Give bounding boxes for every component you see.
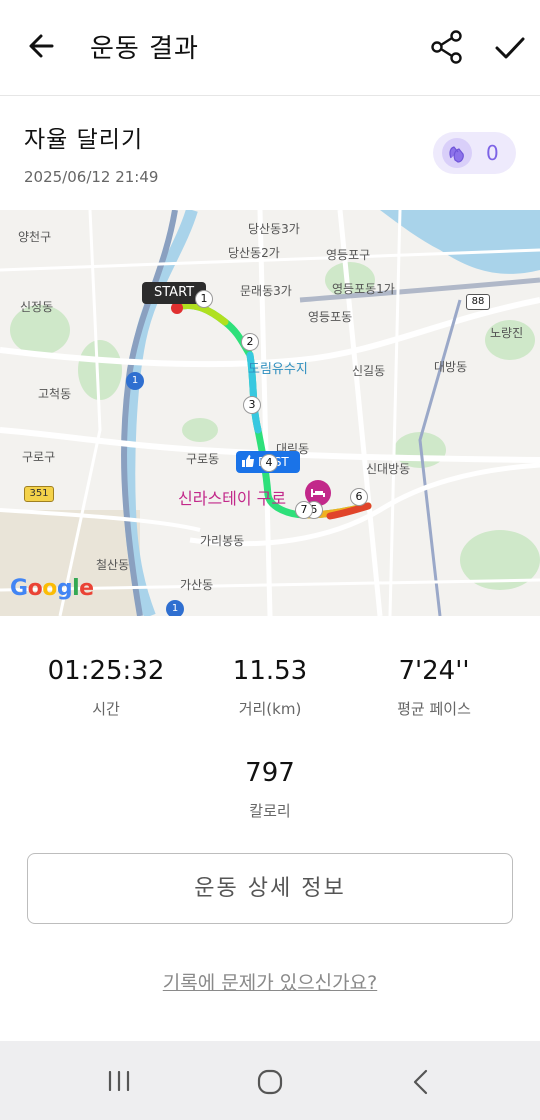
system-nav-bar	[0, 1041, 540, 1120]
route-shield-88: 88	[466, 294, 490, 310]
workout-detail-button[interactable]: 운동 상세 정보	[27, 853, 513, 924]
recent-apps-icon[interactable]	[106, 1071, 132, 1091]
stats-panel: 01:25:32 시간 11.53 거리(km) 7'24'' 평균 페이스 7…	[0, 616, 540, 846]
map-label-guro-gu: 구로구	[22, 450, 56, 464]
home-icon[interactable]	[257, 1069, 283, 1095]
map-label-singil: 신길동	[352, 364, 386, 378]
calories-label: 칼로리	[249, 802, 291, 820]
pace-value: 7'24''	[398, 656, 470, 686]
km-marker-4: 4	[260, 454, 278, 472]
time-value: 01:25:32	[47, 656, 165, 686]
route-marker-1a: 1	[126, 372, 144, 390]
check-icon[interactable]	[492, 30, 528, 66]
google-logo: Google	[10, 576, 94, 601]
activity-datetime: 2025/06/12 21:49	[24, 168, 159, 186]
pace-label: 평균 페이스	[397, 700, 471, 718]
map-label-yangcheon: 양천구	[18, 230, 52, 244]
km-marker-2: 2	[241, 333, 259, 351]
map-label-garibong: 가리봉동	[200, 534, 245, 548]
map-label-dangsan3: 당산동3가	[248, 222, 300, 236]
map-label-dorim: 도림유수지	[248, 362, 308, 377]
km-marker-1: 1	[195, 290, 213, 308]
map-label-yeongdeungpo-gu: 영등포구	[326, 248, 371, 262]
page-title: 운동 결과	[90, 34, 199, 64]
time-label: 시간	[92, 700, 120, 718]
activity-summary: 자율 달리기 2025/06/12 21:49 0	[0, 96, 540, 210]
share-icon[interactable]	[428, 28, 466, 66]
km-marker-7: 7	[295, 501, 313, 519]
stat-calories: 797 칼로리	[180, 758, 360, 821]
stat-distance: 11.53 거리(km)	[180, 656, 360, 719]
route-map[interactable]: 도림유수지 양천구 신정동 고척동 구로구 철산동 가산동 가리봉동 구로동 대…	[0, 210, 540, 616]
stat-time: 01:25:32 시간	[16, 656, 196, 719]
map-label-cheolsan: 철산동	[96, 558, 130, 572]
distance-label: 거리(km)	[238, 700, 302, 718]
likes-button[interactable]: 0	[433, 132, 516, 174]
app-bar: 운동 결과	[0, 0, 540, 96]
report-problem-link[interactable]: 기록에 문제가 있으신가요?	[0, 968, 540, 995]
route-marker-1b: 1	[166, 600, 184, 616]
map-label-gasan: 가산동	[180, 578, 214, 592]
map-label-sindaebang: 신대방동	[366, 462, 411, 476]
map-label-yeongdeungpo-dong: 영등포동	[308, 310, 353, 324]
distance-value: 11.53	[232, 656, 308, 686]
km-marker-6: 6	[350, 488, 368, 506]
map-label-noryangjin: 노량진	[490, 326, 524, 340]
stat-pace: 7'24'' 평균 페이스	[344, 656, 524, 719]
calories-value: 797	[245, 758, 295, 788]
activity-name: 자율 달리기	[24, 127, 144, 153]
map-base	[0, 210, 540, 616]
map-label-mullae: 문래동3가	[240, 284, 292, 298]
arrow-left-icon[interactable]	[22, 26, 62, 66]
clap-hands-icon	[442, 138, 472, 168]
map-label-yeongdeungpo-1ga: 영등포동1가	[332, 282, 395, 296]
map-label-gocheok: 고척동	[38, 387, 72, 401]
road-shield-351: 351	[24, 486, 54, 502]
map-poi-hotel[interactable]: 신라스테이 구로	[178, 485, 286, 509]
map-label-guro-dong: 구로동	[186, 452, 220, 466]
nav-back-icon[interactable]	[411, 1069, 431, 1095]
km-marker-3: 3	[243, 396, 261, 414]
map-label-sinjeong: 신정동	[20, 300, 54, 314]
likes-count: 0	[486, 141, 499, 165]
map-label-dangsan2: 당산동2가	[228, 246, 280, 260]
map-label-daebang: 대방동	[434, 360, 468, 374]
